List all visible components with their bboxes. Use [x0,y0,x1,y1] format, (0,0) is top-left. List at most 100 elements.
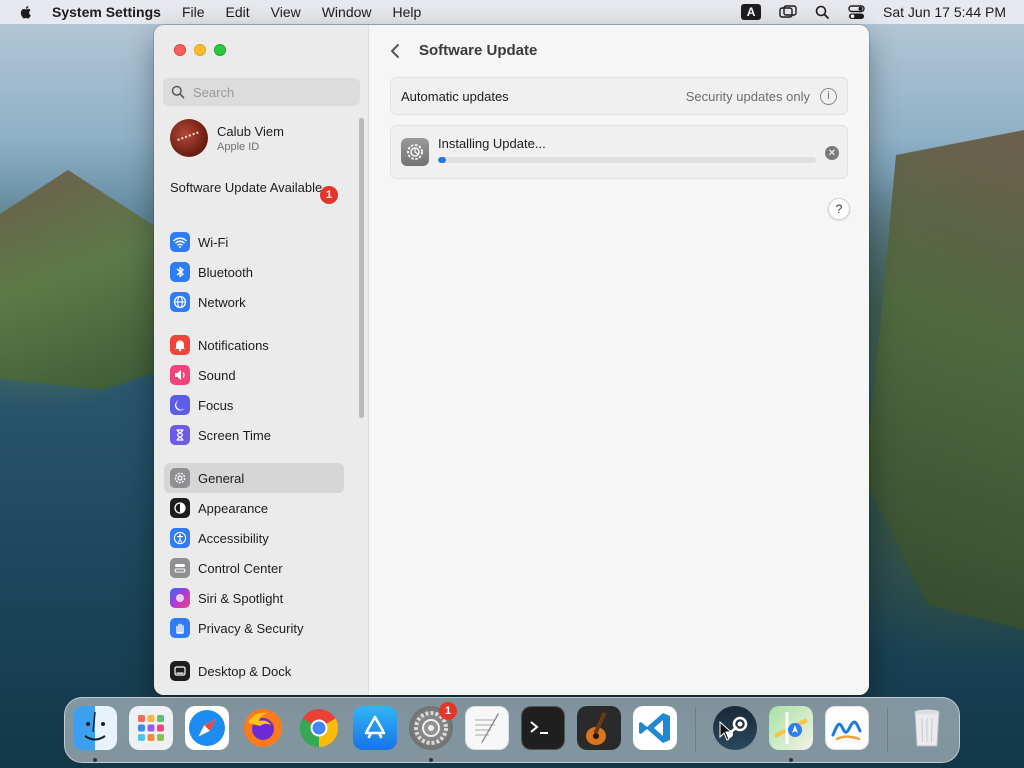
wifi-icon [170,232,190,252]
input-source-icon[interactable]: A [741,4,762,20]
sidebar-item-label: Focus [198,397,234,413]
sidebar-item-label: Notifications [198,337,269,353]
software-update-available-item[interactable]: Software Update Available [170,180,340,196]
main-pane: Software Update Automatic updates Securi… [369,25,869,695]
automatic-updates-value: Security updates only [685,88,810,104]
cancel-update-icon[interactable]: ✕ [825,146,839,160]
dock-icon [170,661,190,681]
spotlight-search-icon[interactable] [815,5,830,20]
menu-app-name[interactable]: System Settings [52,4,161,20]
apple-id-account[interactable]: Calub Viem Apple ID [170,119,284,157]
textedit-icon[interactable] [465,706,509,750]
sidebar-item-network[interactable]: Network [164,287,344,317]
window-controls [174,44,226,56]
finder-running-dot [93,758,97,762]
avatar [170,119,208,157]
sidebar-item-label: Screen Time [198,427,271,443]
mouse-cursor-icon [719,721,733,741]
sidebar-item-label: Siri & Spotlight [198,590,284,606]
sidebar-item-siri-spotlight[interactable]: Siri & Spotlight [164,583,344,613]
system-settings-running-dot [429,758,433,762]
search-field[interactable]: Search [163,78,360,106]
hourglass-icon [170,425,190,445]
sidebar: Search Calub Viem Apple ID Software Upda… [154,25,369,695]
sidebar-item-appearance[interactable]: Appearance [164,493,344,523]
help-button[interactable]: ? [828,198,850,220]
sidebar-item-bluetooth[interactable]: Bluetooth [164,257,344,287]
apple-menu-icon[interactable] [18,4,34,20]
sidebar-scrollbar[interactable] [359,118,364,418]
sidebar-item-label: Sound [198,367,236,383]
close-window-button[interactable] [174,44,186,56]
hand-icon [170,618,190,638]
appearance-icon [170,498,190,518]
wallpaper-hill-left [0,170,170,390]
sidebar-group-general: General Appearance Accessibility Control… [164,463,344,643]
info-icon[interactable]: i [820,87,837,105]
sidebar-item-label: Desktop & Dock [198,663,292,679]
automatic-updates-row: Automatic updates Security updates only … [390,77,848,115]
account-subtitle: Apple ID [217,140,260,153]
accessibility-icon [170,528,190,548]
sidebar-item-notifications[interactable]: Notifications [164,330,344,360]
freeform-icon[interactable] [825,706,869,750]
sidebar-item-focus[interactable]: Focus [164,390,344,420]
launchpad-icon[interactable] [129,706,173,750]
menu-file[interactable]: File [182,4,205,20]
sidebar-group-desktop: Desktop & Dock [164,656,344,686]
sidebar-item-label: Wi-Fi [198,234,229,250]
search-icon [171,85,185,99]
system-settings-badge: 1 [439,702,457,720]
sidebar-group-network: Wi-Fi Bluetooth Network [164,227,344,317]
system-settings-window: Search Calub Viem Apple ID Software Upda… [154,25,869,695]
speaker-icon [170,365,190,385]
chrome-icon[interactable] [297,706,341,750]
sidebar-item-desktop-dock[interactable]: Desktop & Dock [164,656,344,686]
bell-icon [170,335,190,355]
firefox-icon[interactable] [241,706,285,750]
maps-icon[interactable] [769,706,813,750]
siri-icon [170,588,190,608]
sidebar-item-wifi[interactable]: Wi-Fi [164,227,344,257]
sidebar-item-accessibility[interactable]: Accessibility [164,523,344,553]
page-title: Software Update [419,42,538,59]
sidebar-item-control-center[interactable]: Control Center [164,553,344,583]
bluetooth-icon [170,262,190,282]
minimize-window-button[interactable] [194,44,206,56]
back-chevron-icon[interactable] [387,42,403,60]
sidebar-item-privacy-security[interactable]: Privacy & Security [164,613,344,643]
moon-icon [170,395,190,415]
sidebar-item-screen-time[interactable]: Screen Time [164,420,344,450]
menu-help[interactable]: Help [393,4,422,20]
menu-view[interactable]: View [271,4,301,20]
sidebar-item-label: Privacy & Security [198,620,304,636]
vscode-icon[interactable] [633,706,677,750]
gear-icon [170,468,190,488]
dock-separator-trash [887,708,888,752]
automatic-updates-label: Automatic updates [401,88,509,104]
menubar-clock[interactable]: Sat Jun 17 5:44 PM [883,4,1006,20]
menu-edit[interactable]: Edit [226,4,250,20]
sidebar-item-general[interactable]: General [164,463,344,493]
sidebar-item-label: General [198,470,245,486]
account-name: Calub Viem [217,123,284,139]
wallpaper-hill-right [864,130,1024,630]
terminal-icon[interactable] [521,706,565,750]
control-center-icon[interactable] [848,4,865,20]
sidebar-item-label: Accessibility [198,530,269,546]
finder-icon[interactable] [73,706,117,750]
sidebar-item-sound[interactable]: Sound [164,360,344,390]
sidebar-item-label: Bluetooth [198,264,253,280]
safari-icon[interactable] [185,706,229,750]
installing-update-label: Installing Update... [438,136,546,151]
menu-window[interactable]: Window [322,4,372,20]
dock: 1 [64,697,960,763]
app-store-icon[interactable] [353,706,397,750]
dock-separator [695,708,696,752]
zoom-window-button[interactable] [214,44,226,56]
trash-icon[interactable] [905,706,949,750]
system-settings-gear-icon [401,138,429,166]
garageband-icon[interactable] [577,706,621,750]
screen-mirroring-icon[interactable] [779,5,797,19]
update-progress-fill [438,157,446,163]
